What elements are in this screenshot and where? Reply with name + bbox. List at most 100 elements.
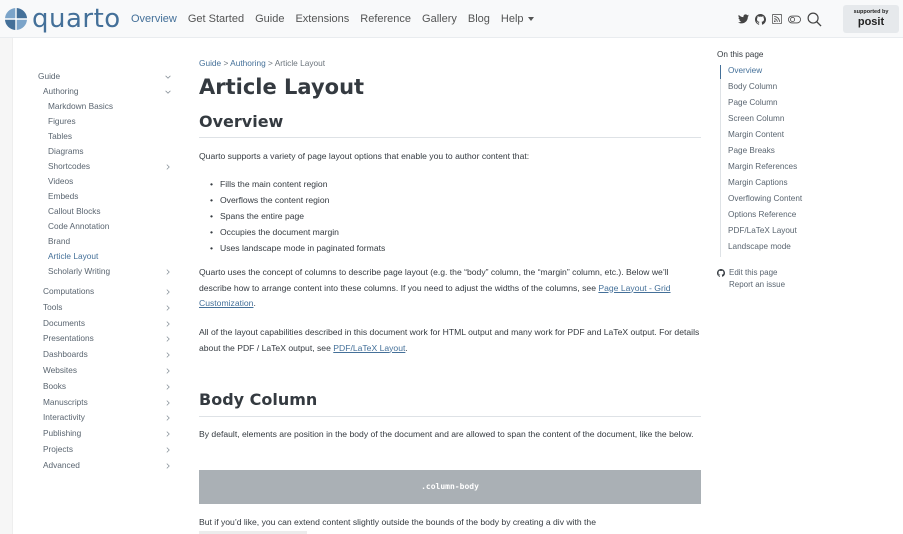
list-item: Overflows the content region (210, 192, 385, 208)
twitter-icon[interactable] (738, 14, 749, 24)
brand-link[interactable]: quarto (4, 4, 121, 34)
toc-item-page-breaks[interactable]: Page Breaks (728, 146, 775, 155)
sidebar-item-tools[interactable]: Tools (43, 302, 62, 312)
chevron-down-icon[interactable] (165, 89, 171, 95)
toc-item-body-column[interactable]: Body Column (728, 82, 777, 91)
chevron-down-icon[interactable] (165, 74, 171, 80)
chevron-right-icon[interactable] (165, 164, 171, 170)
reader-mode-toggle-icon[interactable] (788, 15, 801, 24)
sidebar-item-code-annotation[interactable]: Code Annotation (48, 221, 109, 231)
breadcrumb-sep: > (223, 58, 229, 68)
sidebar-item-projects[interactable]: Projects (43, 444, 73, 454)
sidebar-item-brand[interactable]: Brand (48, 236, 70, 246)
list-item: Occupies the document margin (210, 224, 385, 240)
search-icon[interactable] (807, 12, 822, 27)
report-issue-link[interactable]: Report an issue (729, 280, 785, 289)
capabilities-text: All of the layout capabilities described… (199, 327, 700, 353)
sidebar-item-diagrams[interactable]: Diagrams (48, 146, 84, 156)
sidebar-item-shortcodes[interactable]: Shortcodes (48, 161, 90, 171)
nav-link-get-started[interactable]: Get Started (188, 13, 244, 25)
sidebar-item-documents[interactable]: Documents (43, 318, 85, 328)
sidebar-item-advanced[interactable]: Advanced (43, 460, 80, 470)
sidebar-item-markdown-basics[interactable]: Markdown Basics (48, 101, 113, 111)
chevron-right-icon[interactable] (165, 269, 171, 275)
sidebar-item-callout-blocks[interactable]: Callout Blocks (48, 206, 101, 216)
column-body-demo: .column-body (199, 470, 701, 504)
chevron-right-icon[interactable] (165, 399, 171, 406)
sidebar-item-videos[interactable]: Videos (48, 176, 73, 186)
breadcrumb-guide[interactable]: Guide (199, 58, 221, 68)
edit-label: Edit this page (729, 268, 778, 277)
nav-link-blog[interactable]: Blog (468, 13, 490, 25)
brand-name: quarto (32, 4, 121, 34)
sidebar-item-manuscripts[interactable]: Manuscripts (43, 397, 88, 407)
section-heading-overview: Overview (199, 112, 284, 131)
sidebar-item-scholarly-writing[interactable]: Scholarly Writing (48, 266, 110, 276)
columns-paragraph: Quarto uses the concept of columns to de… (199, 265, 701, 312)
posit-logo: posit (857, 16, 885, 28)
sidebar-item-books[interactable]: Books (43, 381, 66, 391)
list-item: Spans the entire page (210, 208, 385, 224)
github-icon[interactable] (755, 13, 766, 25)
section-heading-body-column: Body Column (199, 390, 318, 409)
github-icon (717, 268, 725, 277)
breadcrumb: Guide > Authoring > Article Layout (199, 58, 325, 68)
badge-caption: supported by (853, 9, 889, 15)
breadcrumb-current: Article Layout (274, 58, 326, 68)
sidebar-item-interactivity[interactable]: Interactivity (43, 412, 85, 422)
nav-link-extensions[interactable]: Extensions (295, 13, 349, 25)
posit-sponsor-badge[interactable]: supported by posit (843, 5, 899, 33)
sidebar-item-authoring[interactable]: Authoring (43, 86, 79, 96)
nav-link-overview[interactable]: Overview (131, 13, 177, 25)
list-item: Fills the main content region (210, 176, 385, 192)
toc-active-indicator (720, 65, 721, 79)
nav-link-gallery[interactable]: Gallery (422, 13, 457, 25)
sidebar-item-websites[interactable]: Websites (43, 365, 77, 375)
toc-item-screen-column[interactable]: Screen Column (728, 114, 784, 123)
sidebar-item-publishing[interactable]: Publishing (43, 428, 81, 438)
toc-item-margin-references[interactable]: Margin References (728, 162, 797, 171)
sidebar-item-embeds[interactable]: Embeds (48, 191, 78, 201)
toc-item-overview[interactable]: Overview (728, 66, 762, 75)
chevron-right-icon[interactable] (165, 447, 171, 453)
toc-item-options-reference[interactable]: Options Reference (728, 210, 796, 219)
edit-this-page-link[interactable]: Edit this page (717, 268, 777, 277)
toc-rail (720, 65, 721, 257)
nav-links: Overview Get Started Guide Extensions Re… (131, 0, 545, 38)
toc-item-landscape-mode[interactable]: Landscape mode (728, 242, 791, 251)
toc-item-overflowing-content[interactable]: Overflowing Content (728, 194, 802, 203)
breadcrumb-sep: > (268, 58, 273, 68)
nav-link-reference[interactable]: Reference (360, 13, 411, 25)
sidebar-item-dashboards[interactable]: Dashboards (43, 349, 88, 359)
nav-link-guide[interactable]: Guide (255, 13, 284, 25)
list-item: Uses landscape mode in paginated formats (210, 240, 385, 256)
toc-item-margin-captions[interactable]: Margin Captions (728, 178, 788, 187)
toc-item-pdf-latex-layout[interactable]: PDF/LaTeX Layout (728, 226, 797, 235)
sidebar-item-guide[interactable]: Guide (38, 71, 60, 81)
chevron-right-icon[interactable] (165, 305, 171, 311)
sidebar-item-computations[interactable]: Computations (43, 286, 94, 296)
chevron-right-icon[interactable] (165, 463, 171, 469)
chevron-right-icon[interactable] (165, 289, 171, 295)
chevron-right-icon[interactable] (165, 368, 171, 374)
body-paragraph: By default, elements are position in the… (199, 429, 694, 439)
breadcrumb-authoring[interactable]: Authoring (230, 58, 266, 68)
rss-icon[interactable] (772, 14, 782, 24)
nav-help-menu[interactable]: Help (501, 13, 534, 25)
chevron-right-icon[interactable] (165, 320, 171, 327)
chevron-right-icon[interactable] (165, 431, 171, 437)
chevron-right-icon[interactable] (165, 352, 171, 358)
pdf-latex-layout-link[interactable]: PDF/LaTeX Layout (333, 343, 405, 353)
toc-heading: On this page (717, 50, 764, 59)
sidebar-item-presentations[interactable]: Presentations (43, 333, 94, 343)
extend-paragraph: But if you’d like, you can extend conten… (199, 517, 596, 527)
toc-item-page-column[interactable]: Page Column (728, 98, 778, 107)
sidebar-item-article-layout[interactable]: Article Layout (48, 251, 98, 261)
sidebar-item-tables[interactable]: Tables (48, 131, 72, 141)
chevron-right-icon[interactable] (165, 336, 171, 343)
sidebar-item-figures[interactable]: Figures (48, 116, 76, 126)
toc-item-margin-content[interactable]: Margin Content (728, 130, 784, 139)
feature-list: Fills the main content region Overflows … (210, 176, 385, 256)
chevron-right-icon[interactable] (165, 415, 171, 422)
chevron-right-icon[interactable] (165, 384, 171, 390)
